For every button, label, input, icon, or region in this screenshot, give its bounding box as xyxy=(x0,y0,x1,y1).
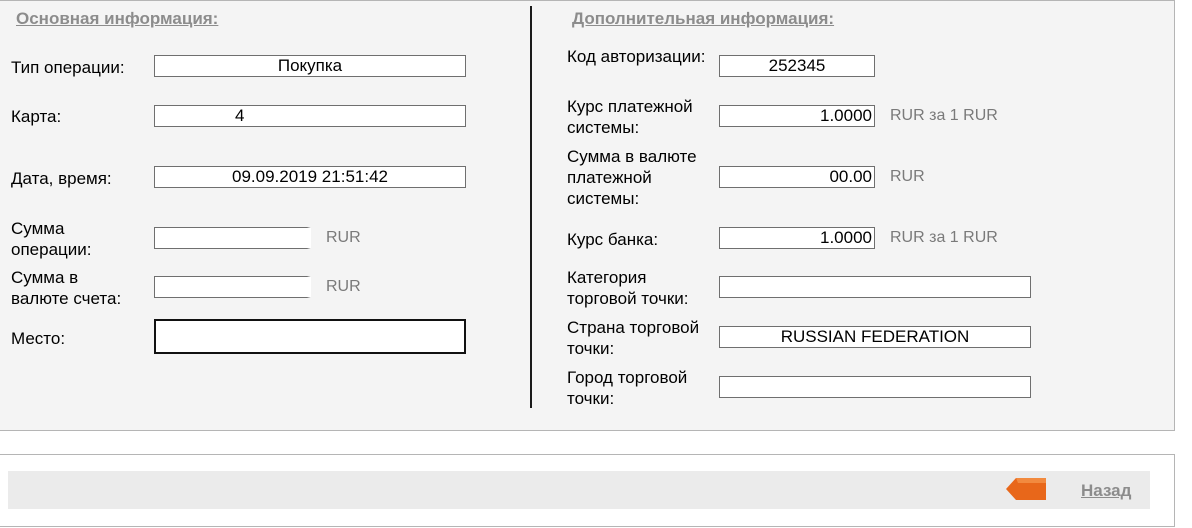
main-info-title: Основная информация: xyxy=(16,9,219,28)
ps-amount-currency: RUR xyxy=(890,168,925,185)
account-amount-currency: RUR xyxy=(326,278,361,295)
operation-amount-currency: RUR xyxy=(326,229,361,246)
merchant-city-field xyxy=(719,376,1031,398)
operation-type-label: Тип операции: xyxy=(11,58,125,77)
merchant-city-label: Город торговой точки: xyxy=(567,368,688,408)
ps-rate-field: 1.0000 xyxy=(719,105,875,127)
merchant-country-label: Страна торговой точки: xyxy=(567,318,700,358)
merchant-country-field: RUSSIAN FEDERATION xyxy=(719,326,1031,348)
column-divider xyxy=(530,6,532,408)
place-field xyxy=(154,319,466,354)
ps-rate-label: Курс платежной системы: xyxy=(567,97,693,137)
operation-details-panel: Основная информация: Дополнительная инфо… xyxy=(0,0,1175,431)
ps-amount-label: Сумма в валюте платежной системы: xyxy=(567,147,697,208)
card-label: Карта: xyxy=(11,107,62,126)
back-link[interactable]: Назад xyxy=(1081,481,1131,501)
operation-type-field: Покупка xyxy=(154,55,466,77)
bank-rate-field: 1.0000 xyxy=(719,227,875,249)
ps-rate-unit: RUR за 1 RUR xyxy=(890,107,998,124)
operation-amount-label: Сумма операции: xyxy=(11,219,92,259)
operation-amount-field xyxy=(154,227,311,249)
footer-bar xyxy=(8,471,1150,509)
datetime-label: Дата, время: xyxy=(11,169,112,188)
card-field: 4 xyxy=(154,105,466,127)
account-amount-label: Сумма в валюте счета: xyxy=(11,268,122,308)
bank-rate-unit: RUR за 1 RUR xyxy=(890,229,998,246)
auth-code-label: Код авторизации: xyxy=(567,47,706,66)
bank-rate-label: Курс банка: xyxy=(567,230,659,249)
ps-amount-field: 00.00 xyxy=(719,166,875,188)
account-amount-field xyxy=(154,276,311,298)
footer-panel xyxy=(0,454,1175,527)
additional-info-title: Дополнительная информация: xyxy=(572,9,835,28)
datetime-field: 09.09.2019 21:51:42 xyxy=(154,166,466,188)
merchant-category-field xyxy=(719,276,1031,298)
place-label: Место: xyxy=(11,329,66,348)
auth-code-field: 252345 xyxy=(719,55,875,77)
back-arrow-icon[interactable] xyxy=(1006,478,1046,500)
merchant-category-label: Категория торговой точки: xyxy=(567,268,689,308)
